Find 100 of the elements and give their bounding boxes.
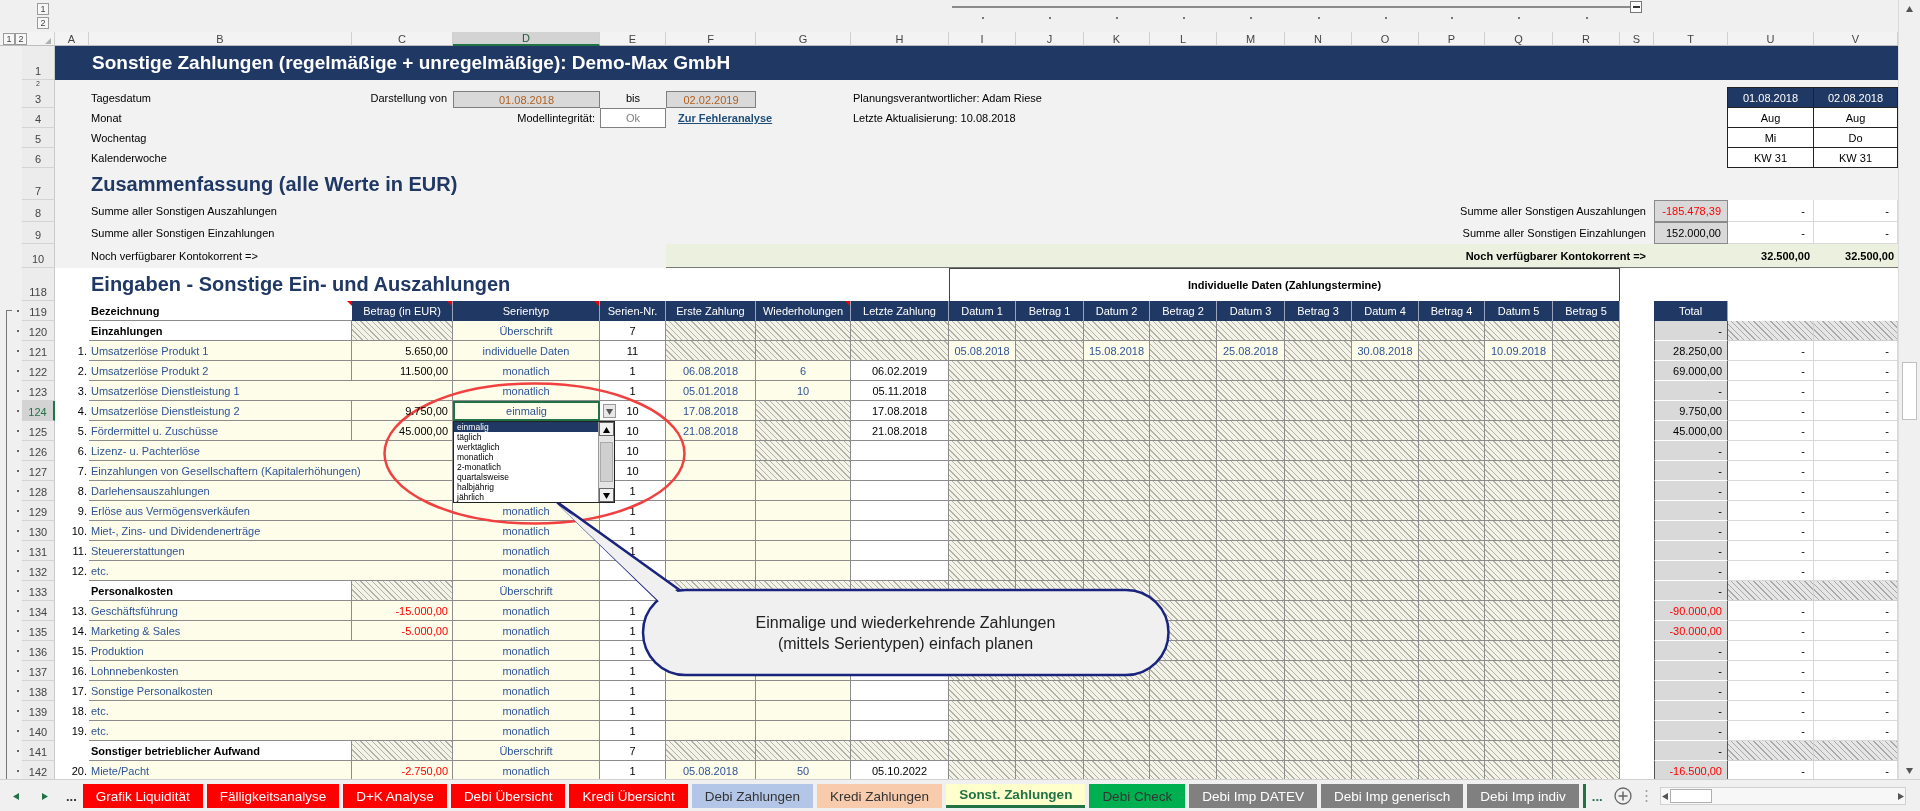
dropdown-option[interactable]: einmalig: [454, 422, 598, 432]
outline-level-button[interactable]: 2: [15, 32, 27, 45]
row-number[interactable]: 131: [22, 541, 55, 561]
row-number[interactable]: 129: [22, 501, 55, 521]
sheet-tab[interactable]: Kredi Übersicht: [569, 784, 688, 808]
column-header[interactable]: A: [55, 32, 89, 46]
sheet-tab[interactable]: Debi Zahlungen: [691, 784, 814, 808]
vertical-scrollbar[interactable]: [1898, 0, 1920, 779]
row-number[interactable]: 121: [22, 341, 55, 361]
column-header[interactable]: S: [1620, 32, 1654, 46]
error-analysis-link[interactable]: Zur Fehleranalyse: [666, 108, 851, 128]
row-number[interactable]: 135: [22, 621, 55, 641]
row-number[interactable]: 4: [22, 108, 55, 128]
row-number[interactable]: 141: [22, 741, 55, 761]
dropdown-option[interactable]: 2-monatlich: [454, 462, 598, 472]
row-number[interactable]: 130: [22, 521, 55, 541]
column-header[interactable]: F: [666, 32, 756, 46]
column-header[interactable]: R: [1553, 32, 1620, 46]
sheet-tab[interactable]: Kredi Zahlungen: [817, 784, 943, 808]
table-cell: -: [1814, 601, 1898, 621]
row-number[interactable]: 127: [22, 461, 55, 481]
row-number[interactable]: 122: [22, 361, 55, 381]
row-number[interactable]: 140: [22, 721, 55, 741]
hatched-cell: [1084, 501, 1150, 521]
column-header[interactable]: P: [1419, 32, 1485, 46]
row-number[interactable]: 9: [22, 222, 55, 244]
row-number[interactable]: 124: [22, 401, 55, 421]
column-header[interactable]: B: [89, 32, 352, 46]
column-header[interactable]: G: [756, 32, 851, 46]
column-header[interactable]: K: [1084, 32, 1150, 46]
outline-level-button[interactable]: 2: [37, 17, 49, 29]
row-number[interactable]: 126: [22, 441, 55, 461]
column-header[interactable]: M: [1217, 32, 1285, 46]
dropdown-option[interactable]: jährlich: [454, 492, 598, 502]
row-number[interactable]: 119: [22, 301, 55, 321]
drag-handle-icon[interactable]: [1644, 789, 1648, 803]
sheet-tab[interactable]: Debi Check: [1089, 784, 1186, 808]
dropdown-option[interactable]: monatlich: [454, 452, 598, 462]
sheet-tab[interactable]: Debi Imp DATEV: [1189, 784, 1317, 808]
sheet-tab[interactable]: Debi Imp indiv: [1467, 784, 1579, 808]
sheet-tab[interactable]: D+K Analyse: [343, 784, 447, 808]
row-number[interactable]: 138: [22, 681, 55, 701]
row-number[interactable]: 123: [22, 381, 55, 401]
more-sheets-button[interactable]: ...: [1582, 784, 1609, 808]
column-header[interactable]: L: [1150, 32, 1217, 46]
row-number[interactable]: 1: [22, 46, 55, 80]
row-number[interactable]: 132: [22, 561, 55, 581]
callout-text: Einmalige und wiederkehrende Zahlungen (mittels Serientypen) einfach planen: [754, 612, 1057, 654]
row-number[interactable]: 7: [22, 168, 55, 200]
table-cell: -: [1728, 621, 1814, 641]
row-number[interactable]: 134: [22, 601, 55, 621]
column-header[interactable]: U: [1728, 32, 1814, 46]
row-number[interactable]: 10: [22, 244, 55, 268]
column-header[interactable]: Q: [1485, 32, 1553, 46]
row-number[interactable]: 3: [22, 88, 55, 108]
sheet-tab[interactable]: Debi Übersicht: [450, 784, 566, 808]
dropdown-option[interactable]: täglich: [454, 432, 598, 442]
row-number[interactable]: 5: [22, 128, 55, 148]
column-header[interactable]: V: [1814, 32, 1898, 46]
collapse-button[interactable]: [1630, 1, 1642, 13]
scroll-thumb[interactable]: [1902, 362, 1917, 420]
outline-level-button[interactable]: 1: [37, 3, 49, 15]
sheet-tab[interactable]: Sonst. Zahlungen: [946, 784, 1086, 808]
scroll-thumb[interactable]: [600, 442, 613, 482]
column-header[interactable]: O: [1352, 32, 1419, 46]
column-header[interactable]: I: [949, 32, 1016, 46]
scroll-up-button[interactable]: [599, 422, 614, 436]
sheet-tab[interactable]: Grafik Liquidität: [82, 784, 203, 808]
column-header[interactable]: T: [1654, 32, 1728, 46]
column-header[interactable]: J: [1016, 32, 1084, 46]
column-header[interactable]: C: [352, 32, 453, 46]
row-number[interactable]: 125: [22, 421, 55, 441]
list-scrollbar[interactable]: [598, 422, 614, 502]
row-number[interactable]: 6: [22, 148, 55, 168]
more-sheets-button[interactable]: ...: [60, 784, 83, 808]
column-header[interactable]: E: [600, 32, 666, 46]
dropdown-option[interactable]: quartalsweise: [454, 472, 598, 482]
row-number[interactable]: 118: [22, 268, 55, 301]
scroll-thumb[interactable]: [1669, 789, 1712, 803]
dropdown-option[interactable]: halbjährig: [454, 482, 598, 492]
scroll-down-button[interactable]: [599, 488, 614, 502]
column-header[interactable]: H: [851, 32, 949, 46]
outline-bracket[interactable]: [6, 310, 12, 779]
sheet-tab[interactable]: Debi Imp generisch: [1320, 784, 1464, 808]
dropdown-option[interactable]: werktäglich: [454, 442, 598, 452]
row-number[interactable]: 128: [22, 481, 55, 501]
outline-level-button[interactable]: 1: [3, 32, 15, 45]
row-number[interactable]: 139: [22, 701, 55, 721]
row-number[interactable]: 133: [22, 581, 55, 601]
type-dropdown[interactable]: einmalig: [453, 401, 600, 421]
row-number[interactable]: 142: [22, 761, 55, 779]
column-header[interactable]: D: [453, 32, 600, 46]
column-header[interactable]: N: [1285, 32, 1352, 46]
row-number[interactable]: 137: [22, 661, 55, 681]
horizontal-scrollbar[interactable]: [1659, 787, 1906, 805]
dropdown-button[interactable]: [603, 404, 616, 418]
row-number[interactable]: 8: [22, 200, 55, 222]
sheet-tab[interactable]: Fälligkeitsanalyse: [206, 784, 340, 808]
row-number[interactable]: 136: [22, 641, 55, 661]
row-number[interactable]: 120: [22, 321, 55, 341]
